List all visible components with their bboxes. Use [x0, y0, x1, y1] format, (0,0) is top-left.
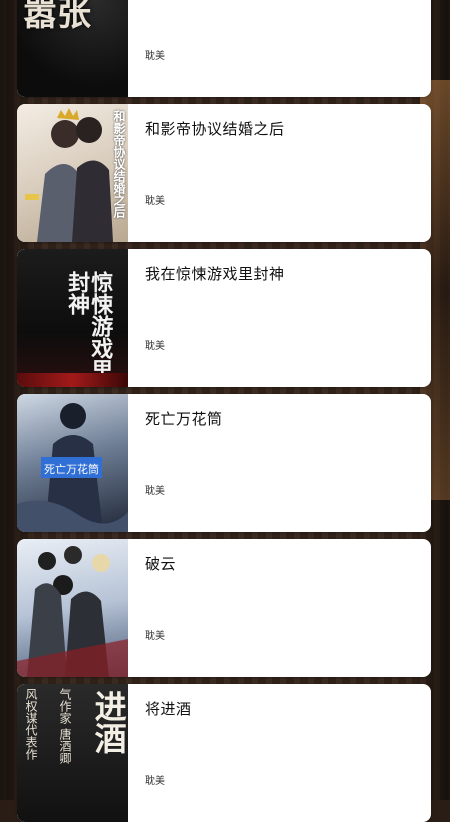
- book-category: 耽美: [145, 486, 165, 497]
- book-title: 我在惊悚游戏里封神: [145, 265, 285, 283]
- book-title: 和影帝协议结婚之后: [145, 120, 285, 138]
- book-cover: 风权谋代表作 气作家 唐酒卿 进酒: [17, 684, 128, 822]
- book-card[interactable]: 惊悚游戏里封神 我在惊悚游戏里封神 耽美: [17, 249, 431, 387]
- book-cover: 惊悚游戏里封神: [17, 249, 128, 387]
- book-category: 耽美: [145, 196, 165, 207]
- book-title: 死亡万花筒: [145, 410, 223, 428]
- book-card[interactable]: 嚣张 耽美: [17, 0, 431, 97]
- book-card[interactable]: 死亡万花筒 死亡万花筒 耽美: [17, 394, 431, 532]
- book-list[interactable]: 嚣张 耽美 和影帝协议结婚之后 和影帝协议结婚之后 耽美 惊悚游戏里封神 我在惊…: [0, 0, 450, 822]
- cover-red-accent: [17, 373, 128, 387]
- book-card[interactable]: 和影帝协议结婚之后 和影帝协议结婚之后 耽美: [17, 104, 431, 242]
- cover-subtitle-text: 风权谋代表作: [24, 688, 38, 760]
- book-card[interactable]: 破云 耽美: [17, 539, 431, 677]
- cover-illustration: [17, 546, 128, 677]
- book-category: 耽美: [145, 341, 165, 352]
- book-title: 破云: [145, 555, 177, 573]
- book-category: 耽美: [145, 776, 165, 787]
- book-cover: 嚣张: [17, 0, 128, 97]
- book-category: 耽美: [145, 51, 165, 62]
- book-cover: 和影帝协议结婚之后: [17, 104, 128, 242]
- book-card[interactable]: 风权谋代表作 气作家 唐酒卿 进酒 将进酒 耽美: [17, 684, 431, 822]
- book-title: 将进酒: [145, 700, 192, 718]
- cover-title-text: 惊悚游戏里封神: [64, 271, 114, 381]
- book-cover: 死亡万花筒: [17, 394, 128, 532]
- cover-title-text: 死亡万花筒: [44, 463, 99, 476]
- book-category: 耽美: [145, 631, 165, 642]
- cover-title-badge: 死亡万花筒: [41, 457, 102, 478]
- cover-title-text: 和影帝协议结婚之后: [112, 110, 126, 218]
- cover-title-text: 进酒: [89, 690, 128, 754]
- book-cover: [17, 539, 128, 677]
- cover-title-text: 嚣张: [23, 0, 91, 34]
- cover-author-text: 气作家 唐酒卿: [58, 688, 72, 764]
